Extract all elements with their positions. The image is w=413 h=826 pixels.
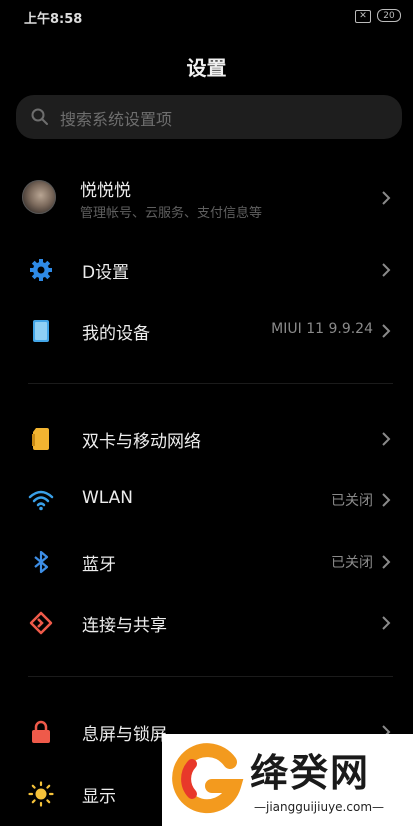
gear-icon (30, 259, 52, 281)
section-divider (28, 383, 393, 384)
share-icon (29, 611, 53, 635)
bluetooth-status: 已关闭 (331, 555, 373, 571)
sim-off-icon: ✕ (355, 10, 371, 23)
wifi-icon (28, 490, 54, 511)
settings-item-label: 蓝牙 (82, 555, 116, 575)
chevron-right-icon (382, 555, 391, 569)
settings-item-label: 我的设备 (82, 324, 150, 344)
settings-item-connection-sharing[interactable]: 连接与共享 (0, 603, 413, 643)
settings-item-bluetooth[interactable]: 蓝牙 已关闭 (0, 542, 413, 582)
account-subtitle: 管理帐号、云服务、支付信息等 (80, 206, 263, 221)
watermark-logo-icon (172, 743, 244, 814)
search-input[interactable]: 搜索系统设置项 (16, 95, 402, 139)
sim-card-icon (32, 428, 49, 450)
chevron-right-icon (382, 493, 391, 507)
search-icon (31, 108, 48, 125)
search-placeholder: 搜索系统设置项 (60, 110, 173, 129)
watermark-text: 绛癸网 (250, 751, 371, 795)
lock-icon (32, 720, 50, 743)
settings-item-my-device[interactable]: 我的设备 MIUI 11 9.9.24 (0, 311, 413, 351)
status-bar: 上午8:58 ✕ 20 (0, 0, 413, 32)
settings-item-label: 显示 (82, 787, 116, 807)
miui-version: MIUI 11 9.9.24 (271, 321, 373, 337)
battery-icon: 20 (377, 9, 401, 22)
chevron-right-icon (382, 191, 391, 205)
sun-icon (28, 781, 54, 807)
settings-item-label: 连接与共享 (82, 616, 167, 636)
section-divider (28, 676, 393, 677)
bluetooth-icon (34, 550, 49, 574)
device-icon (33, 320, 49, 342)
settings-item-wlan[interactable]: WLAN 已关闭 (0, 480, 413, 520)
chevron-right-icon (382, 432, 391, 446)
chevron-right-icon (382, 263, 391, 277)
avatar (22, 180, 56, 214)
settings-item-label: D设置 (82, 263, 130, 283)
chevron-right-icon (382, 616, 391, 630)
watermark-url: —jiangguijiuye.com— (254, 800, 385, 814)
account-row[interactable]: 悦悦悦 管理帐号、云服务、支付信息等 (0, 168, 413, 228)
settings-item-label: 息屏与锁屏 (82, 725, 167, 745)
chevron-right-icon (382, 324, 391, 338)
page-title: 设置 (186, 56, 227, 80)
settings-item-label: 双卡与移动网络 (82, 432, 201, 452)
settings-item-d[interactable]: D设置 (0, 250, 413, 290)
watermark: 绛癸网 —jiangguijiuye.com— (162, 734, 413, 826)
status-time: 上午8:58 (24, 12, 83, 27)
wlan-status: 已关闭 (331, 493, 373, 509)
settings-item-sim[interactable]: 双卡与移动网络 (0, 419, 413, 459)
account-name: 悦悦悦 (80, 181, 131, 201)
settings-item-label: WLAN (82, 488, 134, 508)
